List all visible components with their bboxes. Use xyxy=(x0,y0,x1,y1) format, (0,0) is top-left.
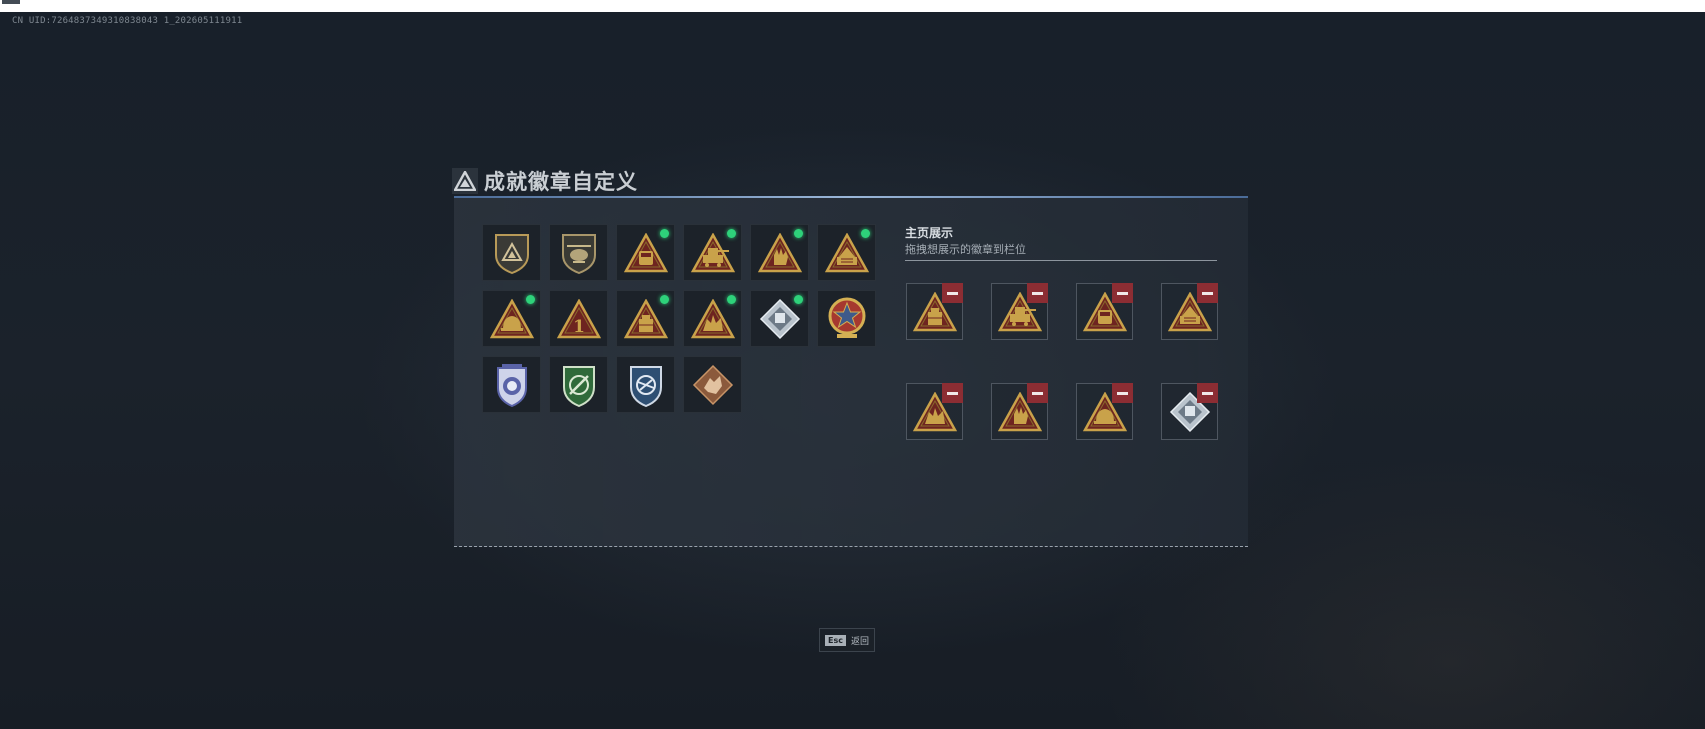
new-indicator-dot xyxy=(727,229,736,238)
badge-slot[interactable] xyxy=(817,290,876,347)
helmet-triangle-badge-icon xyxy=(489,298,534,339)
remove-badge-button[interactable] xyxy=(1112,283,1133,303)
showcase-slot[interactable] xyxy=(1161,383,1218,440)
svg-text:1: 1 xyxy=(573,317,585,337)
remove-badge-button[interactable] xyxy=(1197,383,1218,403)
badge-slot[interactable] xyxy=(482,290,541,347)
esc-key-hint: Esc xyxy=(825,634,846,646)
panel-top-accent xyxy=(454,196,1248,198)
green-shield-badge-icon xyxy=(559,362,599,408)
back-label: 返回 xyxy=(850,636,869,647)
number-one-triangle-badge-icon: 1 xyxy=(556,298,601,339)
badge-slot[interactable] xyxy=(482,224,541,281)
showcase-title: 主页展示 xyxy=(905,226,954,240)
showcase-slot[interactable] xyxy=(1076,283,1133,340)
crate-triangle-badge-icon xyxy=(623,298,668,339)
badge-slot[interactable] xyxy=(482,356,541,413)
star-medal-badge-icon xyxy=(825,296,869,342)
showcase-slot[interactable] xyxy=(991,383,1048,440)
new-indicator-dot xyxy=(794,295,803,304)
shield-badge-icon xyxy=(492,231,532,275)
showcase-slot[interactable] xyxy=(906,383,963,440)
badge-slot[interactable] xyxy=(750,224,809,281)
wolf-triangle-badge-icon xyxy=(690,298,735,339)
minus-icon xyxy=(947,291,958,295)
page-title-row: 成就徽章自定义 xyxy=(452,166,638,196)
minus-icon xyxy=(1117,391,1128,395)
badge-slot[interactable] xyxy=(616,290,675,347)
showcase-subtitle: 拖拽想展示的徽章到栏位 xyxy=(905,243,1026,256)
achievement-logo-icon xyxy=(452,168,478,194)
badge-slot[interactable] xyxy=(683,290,742,347)
dragon-diamond-badge-icon xyxy=(692,364,734,406)
remove-badge-button[interactable] xyxy=(1027,383,1048,403)
minus-icon xyxy=(1032,391,1043,395)
blue-shield-badge-icon xyxy=(626,362,666,408)
showcase-slot[interactable] xyxy=(991,283,1048,340)
new-indicator-dot xyxy=(727,295,736,304)
silver-diamond-badge-icon xyxy=(759,298,801,340)
turret-triangle-badge-icon xyxy=(690,232,735,273)
new-indicator-dot xyxy=(794,229,803,238)
uid-text: CN UID:7264837349310838043 1_20260511191… xyxy=(12,16,243,26)
showcase-slot[interactable] xyxy=(906,283,963,340)
hand-triangle-badge-icon xyxy=(757,232,802,273)
badge-slot[interactable] xyxy=(549,356,608,413)
back-button[interactable]: Esc 返回 xyxy=(819,628,875,652)
badge-slot[interactable] xyxy=(817,224,876,281)
new-indicator-dot xyxy=(660,295,669,304)
minus-icon xyxy=(1202,291,1213,295)
showcase-slot[interactable] xyxy=(1076,383,1133,440)
badge-slot[interactable] xyxy=(683,224,742,281)
helicopter-shield-badge-icon xyxy=(559,231,599,275)
remove-badge-button[interactable] xyxy=(1112,383,1133,403)
remove-badge-button[interactable] xyxy=(942,283,963,303)
new-indicator-dot xyxy=(660,229,669,238)
showcase-divider xyxy=(905,260,1217,261)
page-title: 成就徽章自定义 xyxy=(484,170,638,194)
badge-slot[interactable] xyxy=(616,224,675,281)
badge-slot[interactable] xyxy=(549,224,608,281)
badge-slot[interactable] xyxy=(683,356,742,413)
showcase-slot[interactable] xyxy=(1161,283,1218,340)
minus-icon xyxy=(1202,391,1213,395)
remove-badge-button[interactable] xyxy=(1027,283,1048,303)
badge-slot[interactable] xyxy=(750,290,809,347)
top-bar xyxy=(0,0,1705,12)
remove-badge-button[interactable] xyxy=(1197,283,1218,303)
top-bar-mark xyxy=(2,0,20,4)
police-shield-badge-icon xyxy=(492,362,532,408)
minus-icon xyxy=(947,391,958,395)
new-indicator-dot xyxy=(526,295,535,304)
badge-slot[interactable]: 1 xyxy=(549,290,608,347)
minus-icon xyxy=(1032,291,1043,295)
new-indicator-dot xyxy=(861,229,870,238)
rocket-triangle-badge-icon xyxy=(824,232,869,273)
minus-icon xyxy=(1117,291,1128,295)
remove-badge-button[interactable] xyxy=(942,383,963,403)
truck-triangle-badge-icon xyxy=(623,232,668,273)
badge-slot[interactable] xyxy=(616,356,675,413)
